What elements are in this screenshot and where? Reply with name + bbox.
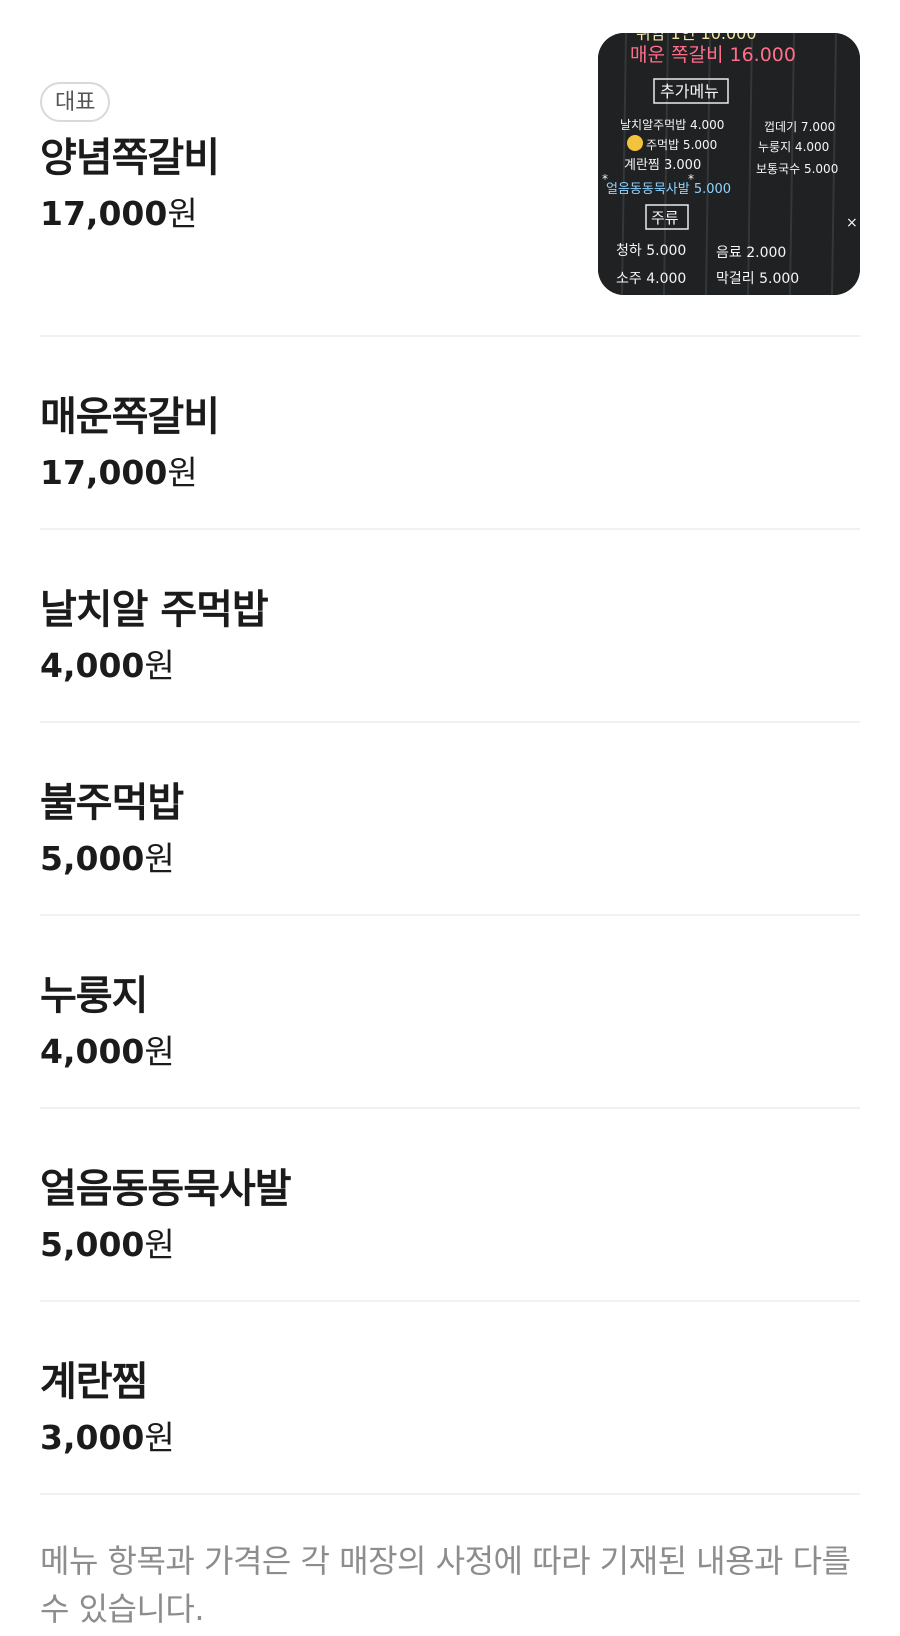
price-number: 5,000 (40, 839, 145, 878)
photo-line: 계란찜 3.000 (624, 158, 701, 173)
photo-line: 껍데기 7.000 (764, 120, 835, 134)
price-unit: 원 (144, 839, 175, 878)
menu-price-notice: 메뉴 항목과 가격은 각 매장의 사정에 따라 기재된 내용과 다를 수 있습니… (40, 1542, 851, 1628)
svg-text:위암 1인 10.000: 위암 1인 10.000 (636, 33, 757, 43)
price-unit: 원 (144, 1225, 175, 1264)
photo-line: 청하 5.000 (616, 243, 686, 259)
photo-line: 주류 (651, 209, 679, 227)
price-unit: 원 (144, 1418, 175, 1457)
photo-line: 음료 2.000 (716, 245, 786, 261)
price-number: 3,000 (40, 1418, 145, 1457)
photo-line: 주먹밥 5.000 (646, 138, 717, 152)
menu-item-price: 17,000원 (40, 453, 860, 493)
price-unit: 원 (167, 194, 198, 233)
photo-line: 보통국수 5.000 (756, 162, 838, 176)
menu-photo[interactable]: 위암 1인 10.000 매운 쪽갈비 16.000 추가메뉴 날치알주먹밥 4… (598, 33, 860, 295)
photo-line: 추가메뉴 (660, 82, 719, 101)
menu-item-price: 5,000원 (40, 839, 860, 879)
photo-line: 매운 쪽갈비 16.000 (630, 44, 796, 66)
photo-line: 누룽지 4.000 (758, 140, 829, 154)
price-number: 17,000 (40, 194, 168, 233)
price-number: 5,000 (40, 1225, 145, 1264)
photo-line: 막걸리 5.000 (716, 271, 799, 287)
svg-text:×: × (846, 215, 858, 231)
photo-line: 소주 4.000 (616, 271, 686, 287)
menu-item-name: 얼음동동묵사발 (40, 1166, 292, 1212)
menu-item-name: 계란찜 (40, 1359, 148, 1405)
menu-item[interactable]: 날치알 주먹밥 4,000원 (40, 530, 860, 723)
menu-item-name: 누룽지 (40, 973, 148, 1019)
signature-badge: 대표 (40, 82, 111, 122)
menu-item-price: 5,000원 (40, 1225, 860, 1265)
price-number: 4,000 (40, 1032, 145, 1071)
menu-item[interactable]: 불주먹밥 5,000원 (40, 723, 860, 916)
menu-list: 대표 양념쪽갈비 17,000원 위암 1인 10.000 매운 쪽갈비 16.… (0, 0, 900, 1495)
menu-item-name: 매운쪽갈비 (40, 394, 220, 440)
menu-item-featured[interactable]: 대표 양념쪽갈비 17,000원 위암 1인 10.000 매운 쪽갈비 16.… (40, 0, 860, 337)
price-number: 17,000 (40, 453, 168, 492)
chalkboard-menu-photo-icon: 위암 1인 10.000 매운 쪽갈비 16.000 추가메뉴 날치알주먹밥 4… (598, 33, 860, 295)
price-unit: 원 (144, 646, 175, 685)
price-unit: 원 (167, 453, 198, 492)
photo-line: 얼음동동묵사발 5.000 (606, 182, 731, 197)
menu-item-price: 4,000원 (40, 646, 860, 686)
menu-item[interactable]: 얼음동동묵사발 5,000원 (40, 1109, 860, 1302)
svg-text:*: * (602, 172, 608, 186)
price-number: 4,000 (40, 646, 145, 685)
menu-item-price: 3,000원 (40, 1418, 860, 1458)
menu-item-name: 불주먹밥 (40, 780, 184, 826)
menu-item-name: 날치알 주먹밥 (40, 587, 269, 633)
menu-item[interactable]: 매운쪽갈비 17,000원 (40, 337, 860, 530)
photo-line: 날치알주먹밥 4.000 (620, 118, 724, 132)
menu-item-price: 4,000원 (40, 1032, 860, 1072)
menu-item[interactable]: 계란찜 3,000원 (40, 1302, 860, 1495)
svg-text:*: * (688, 172, 694, 186)
price-unit: 원 (144, 1032, 175, 1071)
menu-item[interactable]: 누룽지 4,000원 (40, 916, 860, 1109)
